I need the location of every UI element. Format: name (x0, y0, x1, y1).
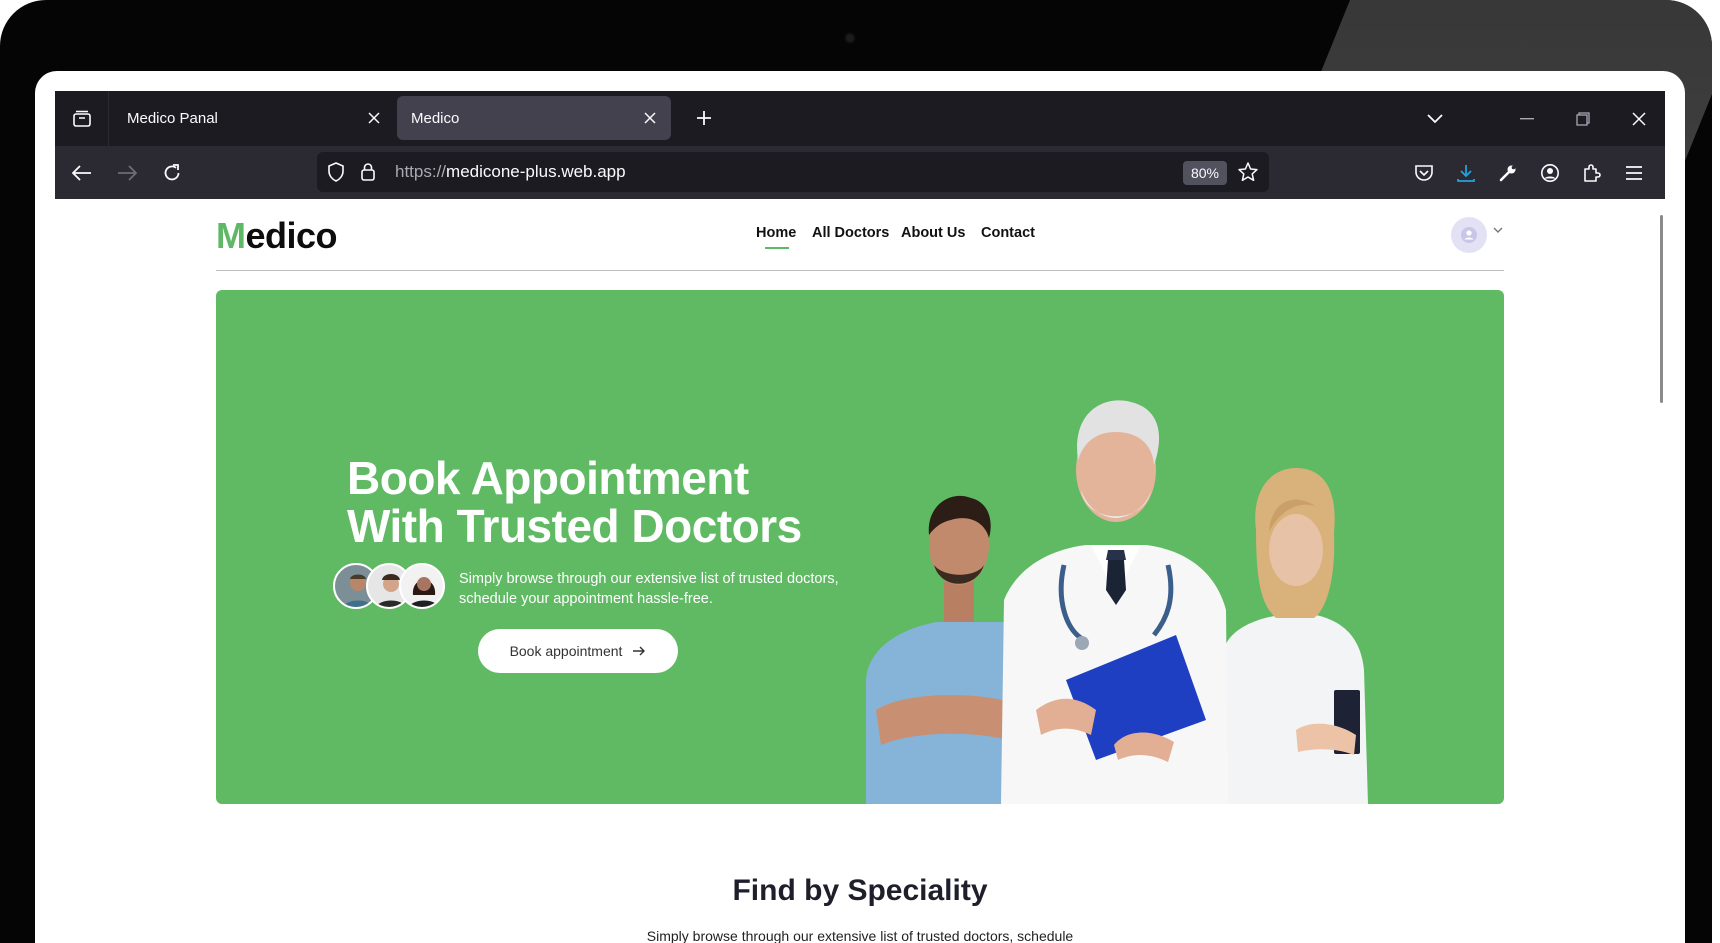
tab-title: Medico Panal (127, 109, 218, 127)
downloads-button[interactable] (1449, 156, 1483, 190)
site-navigation: Home All Doctors About Us Contact (55, 225, 1665, 255)
restore-icon (1576, 112, 1590, 126)
address-bar[interactable]: https://medicone-plus.web.app 80% (317, 152, 1269, 192)
tab-medico-panal[interactable]: Medico Panal (113, 96, 395, 140)
star-icon[interactable] (1237, 161, 1259, 183)
close-icon (644, 112, 656, 124)
zoom-indicator[interactable]: 80% (1183, 161, 1227, 185)
url-host: medicone-plus.web.app (446, 162, 626, 181)
hero-title-line-1: Book Appointment (347, 452, 749, 504)
nav-about-us[interactable]: About Us (901, 225, 965, 241)
hero-subtitle: Simply browse through our extensive list… (459, 569, 839, 609)
chevron-down-icon[interactable] (1493, 227, 1503, 234)
url-protocol: https:// (395, 162, 447, 181)
pocket-icon (1415, 165, 1433, 181)
extensions-button[interactable] (1575, 156, 1609, 190)
active-nav-indicator (765, 247, 789, 249)
url-text[interactable]: https://medicone-plus.web.app (395, 152, 626, 192)
hero-subtitle-line-2: schedule your appointment hassle-free. (459, 591, 713, 607)
close-icon (368, 112, 380, 124)
forward-button[interactable] (110, 156, 144, 190)
laptop-frame: Medico Panal Medico https://medicone-plu… (0, 0, 1720, 943)
list-all-tabs-button[interactable] (1417, 101, 1453, 137)
hero-title: Book Appointment With Trusted Doctors (347, 454, 802, 550)
laptop-screen: Medico Panal Medico https://medicone-plu… (35, 71, 1685, 943)
wrench-icon (1499, 165, 1516, 182)
tab-medico[interactable]: Medico (397, 96, 671, 140)
nav-home[interactable]: Home (756, 225, 796, 241)
doctor-thumbnail (399, 563, 445, 609)
tab-bar: Medico Panal Medico (55, 91, 1665, 146)
shield-icon (328, 162, 344, 182)
navigation-toolbar: https://medicone-plus.web.app 80% (55, 146, 1665, 199)
hamburger-menu-icon (1626, 166, 1642, 180)
tab-title: Medico (411, 109, 460, 127)
web-page: Medico Home All Doctors About Us Contact… (55, 199, 1665, 943)
book-appointment-button[interactable]: Book appointment (478, 629, 678, 673)
tab-close-button[interactable] (359, 103, 389, 133)
doctor-avatar-group (333, 563, 447, 611)
hero-title-line-2: With Trusted Doctors (347, 500, 802, 552)
reload-button[interactable] (155, 156, 189, 190)
minimize-button[interactable] (1509, 101, 1545, 137)
close-icon (1632, 112, 1646, 126)
lock-icon (361, 163, 375, 181)
speciality-title: Find by Speciality (732, 874, 988, 907)
hero-subtitle-line-1: Simply browse through our extensive list… (459, 571, 839, 587)
chevron-down-icon (1427, 114, 1443, 124)
account-button[interactable] (1533, 156, 1567, 190)
user-icon (1461, 227, 1477, 243)
doctors-illustration (866, 400, 1368, 804)
arrow-left-icon (72, 165, 91, 181)
nav-contact[interactable]: Contact (981, 225, 1035, 241)
new-tab-button[interactable] (689, 103, 719, 133)
devtools-button[interactable] (1491, 156, 1525, 190)
arrow-right-icon (633, 646, 646, 656)
back-button[interactable] (65, 156, 99, 190)
close-window-button[interactable] (1621, 101, 1657, 137)
menu-button[interactable] (1617, 156, 1651, 190)
pocket-button[interactable] (1407, 156, 1441, 190)
tab-manager-icon (72, 110, 91, 127)
webcam (846, 34, 854, 42)
user-avatar[interactable] (1451, 217, 1487, 253)
restore-button[interactable] (1565, 101, 1601, 137)
speciality-subtitle: Simply browse through our extensive list… (646, 928, 1074, 943)
hero-banner: Book Appointment With Trusted Doctors Si… (216, 290, 1504, 804)
download-icon (1457, 165, 1475, 182)
tab-close-button[interactable] (635, 103, 665, 133)
browser-window: Medico Panal Medico https://medicone-plu… (55, 91, 1665, 943)
puzzle-icon (1584, 164, 1601, 182)
minimize-icon (1520, 118, 1534, 120)
tab-list-button[interactable] (55, 91, 109, 146)
header-divider (216, 270, 1504, 271)
nav-all-doctors[interactable]: All Doctors (812, 225, 889, 241)
plus-icon (697, 111, 711, 125)
account-icon (1541, 164, 1559, 182)
book-appointment-label: Book appointment (509, 643, 623, 659)
arrow-right-icon (118, 165, 137, 181)
reload-icon (164, 164, 180, 181)
